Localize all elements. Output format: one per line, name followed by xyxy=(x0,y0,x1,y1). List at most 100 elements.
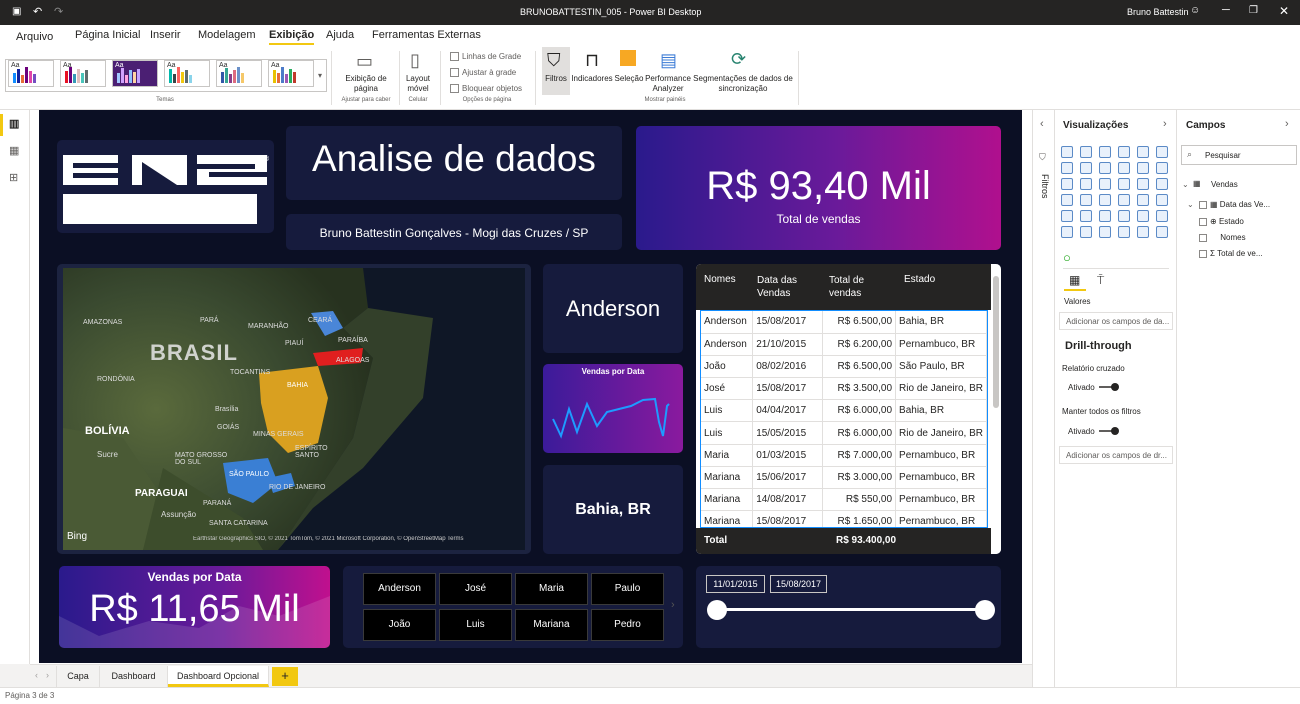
gridlines-checkbox[interactable]: Linhas de Grade xyxy=(450,52,521,62)
user-avatar-icon[interactable]: ☺ xyxy=(1190,5,1200,16)
line-chart-icon[interactable] xyxy=(1061,162,1073,174)
minimize-icon[interactable]: ─ xyxy=(1222,4,1230,16)
chevron-right-icon[interactable]: › xyxy=(1163,118,1167,130)
slicer-item[interactable]: Maria xyxy=(515,573,588,605)
pie-icon[interactable] xyxy=(1118,178,1130,190)
tab-exibicao[interactable]: Exibição xyxy=(269,29,315,45)
tab-scroll-right-icon[interactable]: › xyxy=(46,670,49,680)
stacked-area-icon[interactable] xyxy=(1099,162,1111,174)
custom-visual-icon[interactable]: ○ xyxy=(1063,250,1071,265)
keep-filters-toggle-knob[interactable] xyxy=(1111,427,1119,435)
filled-map-icon[interactable] xyxy=(1080,194,1092,206)
treemap-icon[interactable] xyxy=(1156,178,1168,190)
cross-report-toggle-knob[interactable] xyxy=(1111,383,1119,391)
page-tab-dashboard-opcional[interactable]: Dashboard Opcional xyxy=(168,666,269,687)
header-data-vendas[interactable]: Data das Vendas xyxy=(757,274,823,300)
matrix-icon[interactable] xyxy=(1099,210,1111,222)
bookmarks-button[interactable]: Indicadores xyxy=(570,74,614,84)
performance-analyzer-button[interactable]: Performance Analyzer xyxy=(644,74,692,94)
header-total-vendas[interactable]: Total de vendas xyxy=(829,274,889,300)
slicer-icon[interactable] xyxy=(1061,210,1073,222)
tab-ferramentas-externas[interactable]: Ferramentas Externas xyxy=(372,29,481,41)
table-row[interactable]: João 08/02/2016 R$ 6.500,00 São Paulo, BR xyxy=(701,355,987,379)
date-slider-track[interactable] xyxy=(716,608,986,611)
header-estado[interactable]: Estado xyxy=(904,274,964,285)
filters-button[interactable]: Filtros xyxy=(542,74,570,84)
page-tab-dashboard[interactable]: Dashboard xyxy=(100,666,168,687)
model-view-icon[interactable]: ⊞ xyxy=(9,171,18,184)
area-chart-icon[interactable] xyxy=(1080,162,1092,174)
slicer-item[interactable]: Anderson xyxy=(363,573,436,605)
kpi-icon[interactable] xyxy=(1156,194,1168,206)
chevron-right-icon[interactable]: › xyxy=(671,599,675,611)
table-icon[interactable] xyxy=(1080,210,1092,222)
snap-grid-checkbox[interactable]: Ajustar à grade xyxy=(450,68,516,78)
field-nomes[interactable]: Nomes xyxy=(1199,233,1246,242)
python-visual-icon[interactable] xyxy=(1137,210,1149,222)
slicer-item[interactable]: Luis xyxy=(439,609,512,641)
table-scrollbar[interactable] xyxy=(991,264,1001,554)
slicer-item[interactable]: Paulo xyxy=(591,573,664,605)
table-row[interactable]: Luis 04/04/2017 R$ 6.000,00 Bahia, BR xyxy=(701,399,987,423)
sync-slicers-button[interactable]: Segmentações de dados de sincronização xyxy=(692,74,794,94)
chevron-down-icon[interactable]: ⌄ xyxy=(1187,200,1194,209)
clustered-column-icon[interactable] xyxy=(1118,146,1130,158)
sparkline-card[interactable]: Vendas por Data xyxy=(543,364,683,453)
format-paint-icon[interactable]: ⍑ xyxy=(1097,273,1104,288)
map-icon[interactable] xyxy=(1061,194,1073,206)
scatter-icon[interactable] xyxy=(1099,178,1111,190)
report-view-icon[interactable]: ▥ xyxy=(9,117,19,130)
lock-objects-checkbox[interactable]: Bloquear objetos xyxy=(450,84,522,94)
slicer-item[interactable]: José xyxy=(439,573,512,605)
data-view-icon[interactable]: ▦ xyxy=(9,144,19,157)
waterfall-icon[interactable] xyxy=(1061,178,1073,190)
values-drop-zone[interactable]: Adicionar os campos de da... xyxy=(1059,312,1173,330)
map-canvas[interactable] xyxy=(63,268,525,550)
smart-narrative-icon[interactable] xyxy=(1099,226,1111,238)
power-apps-icon[interactable] xyxy=(1137,226,1149,238)
gallery-more-icon[interactable]: ▾ xyxy=(318,71,322,80)
stacked-bar-icon[interactable] xyxy=(1061,146,1073,158)
field-data-vendas[interactable]: ▦ Data das Ve... xyxy=(1199,200,1270,209)
table-row[interactable]: José 15/08/2017 R$ 3.500,00 Rio de Janeiro,… xyxy=(701,377,987,401)
state-card[interactable]: Bahia, BR xyxy=(543,465,683,554)
slicer-item[interactable]: Pedro xyxy=(591,609,664,641)
table-row[interactable]: Mariana 15/06/2017 R$ 3.000,00 Pernambuco, … xyxy=(701,466,987,490)
redo-icon[interactable]: ↷ xyxy=(54,5,63,18)
theme-thumb[interactable]: Aa xyxy=(216,60,262,87)
slicer-item[interactable]: João xyxy=(363,609,436,641)
more-visuals-icon[interactable] xyxy=(1156,226,1168,238)
save-icon[interactable]: ▣ xyxy=(12,6,21,17)
slicer-item[interactable]: Mariana xyxy=(515,609,588,641)
gauge-icon[interactable] xyxy=(1099,194,1111,206)
bar-100-icon[interactable] xyxy=(1137,146,1149,158)
table-row[interactable]: Mariana 14/08/2017 R$ 550,00 Pernambuco, BR xyxy=(701,488,987,512)
theme-thumb[interactable]: Aa xyxy=(60,60,106,87)
tab-inserir[interactable]: Inserir xyxy=(150,29,181,41)
date-start-input[interactable]: 11/01/2015 xyxy=(706,575,765,593)
tab-scroll-left-icon[interactable]: ‹ xyxy=(35,670,38,680)
selection-button[interactable]: Seleção xyxy=(614,74,644,84)
table-row[interactable]: Anderson 15/08/2017 R$ 6.500,00 Bahia, BR xyxy=(701,311,987,334)
date-end-input[interactable]: 15/08/2017 xyxy=(770,575,827,593)
clustered-bar-icon[interactable] xyxy=(1099,146,1111,158)
scrollbar-thumb[interactable] xyxy=(993,276,999,408)
tab-ajuda[interactable]: Ajuda xyxy=(326,29,354,41)
fields-well-icon[interactable]: ▦ xyxy=(1069,273,1080,287)
undo-icon[interactable]: ↶ xyxy=(33,5,42,18)
table-row[interactable]: Mariana 15/08/2017 R$ 1.650,00 Pernambuco, … xyxy=(701,510,987,527)
sales-table[interactable]: Nomes Data das Vendas Total de vendas Es… xyxy=(696,264,1001,554)
header-nomes[interactable]: Nomes xyxy=(704,274,754,285)
mobile-layout-button[interactable]: Layout móvel xyxy=(401,74,435,94)
filters-label[interactable]: Filtros xyxy=(1040,174,1050,204)
chevron-down-icon[interactable]: ⌄ xyxy=(1182,180,1189,189)
theme-thumb[interactable]: Aa xyxy=(164,60,210,87)
close-icon[interactable]: ✕ xyxy=(1279,4,1289,18)
filters-pane-collapsed[interactable]: ‹ ⛉ Filtros xyxy=(1032,110,1054,687)
field-estado[interactable]: ⊕ Estado xyxy=(1199,217,1244,226)
decomposition-tree-icon[interactable] xyxy=(1061,226,1073,238)
page-view-button[interactable]: Exibição de página xyxy=(337,74,395,94)
theme-thumb[interactable]: Aa xyxy=(268,60,314,87)
bottom-kpi-card[interactable]: Vendas por Data R$ 11,65 Mil xyxy=(59,566,330,648)
page-tab-capa[interactable]: Capa xyxy=(56,666,100,687)
